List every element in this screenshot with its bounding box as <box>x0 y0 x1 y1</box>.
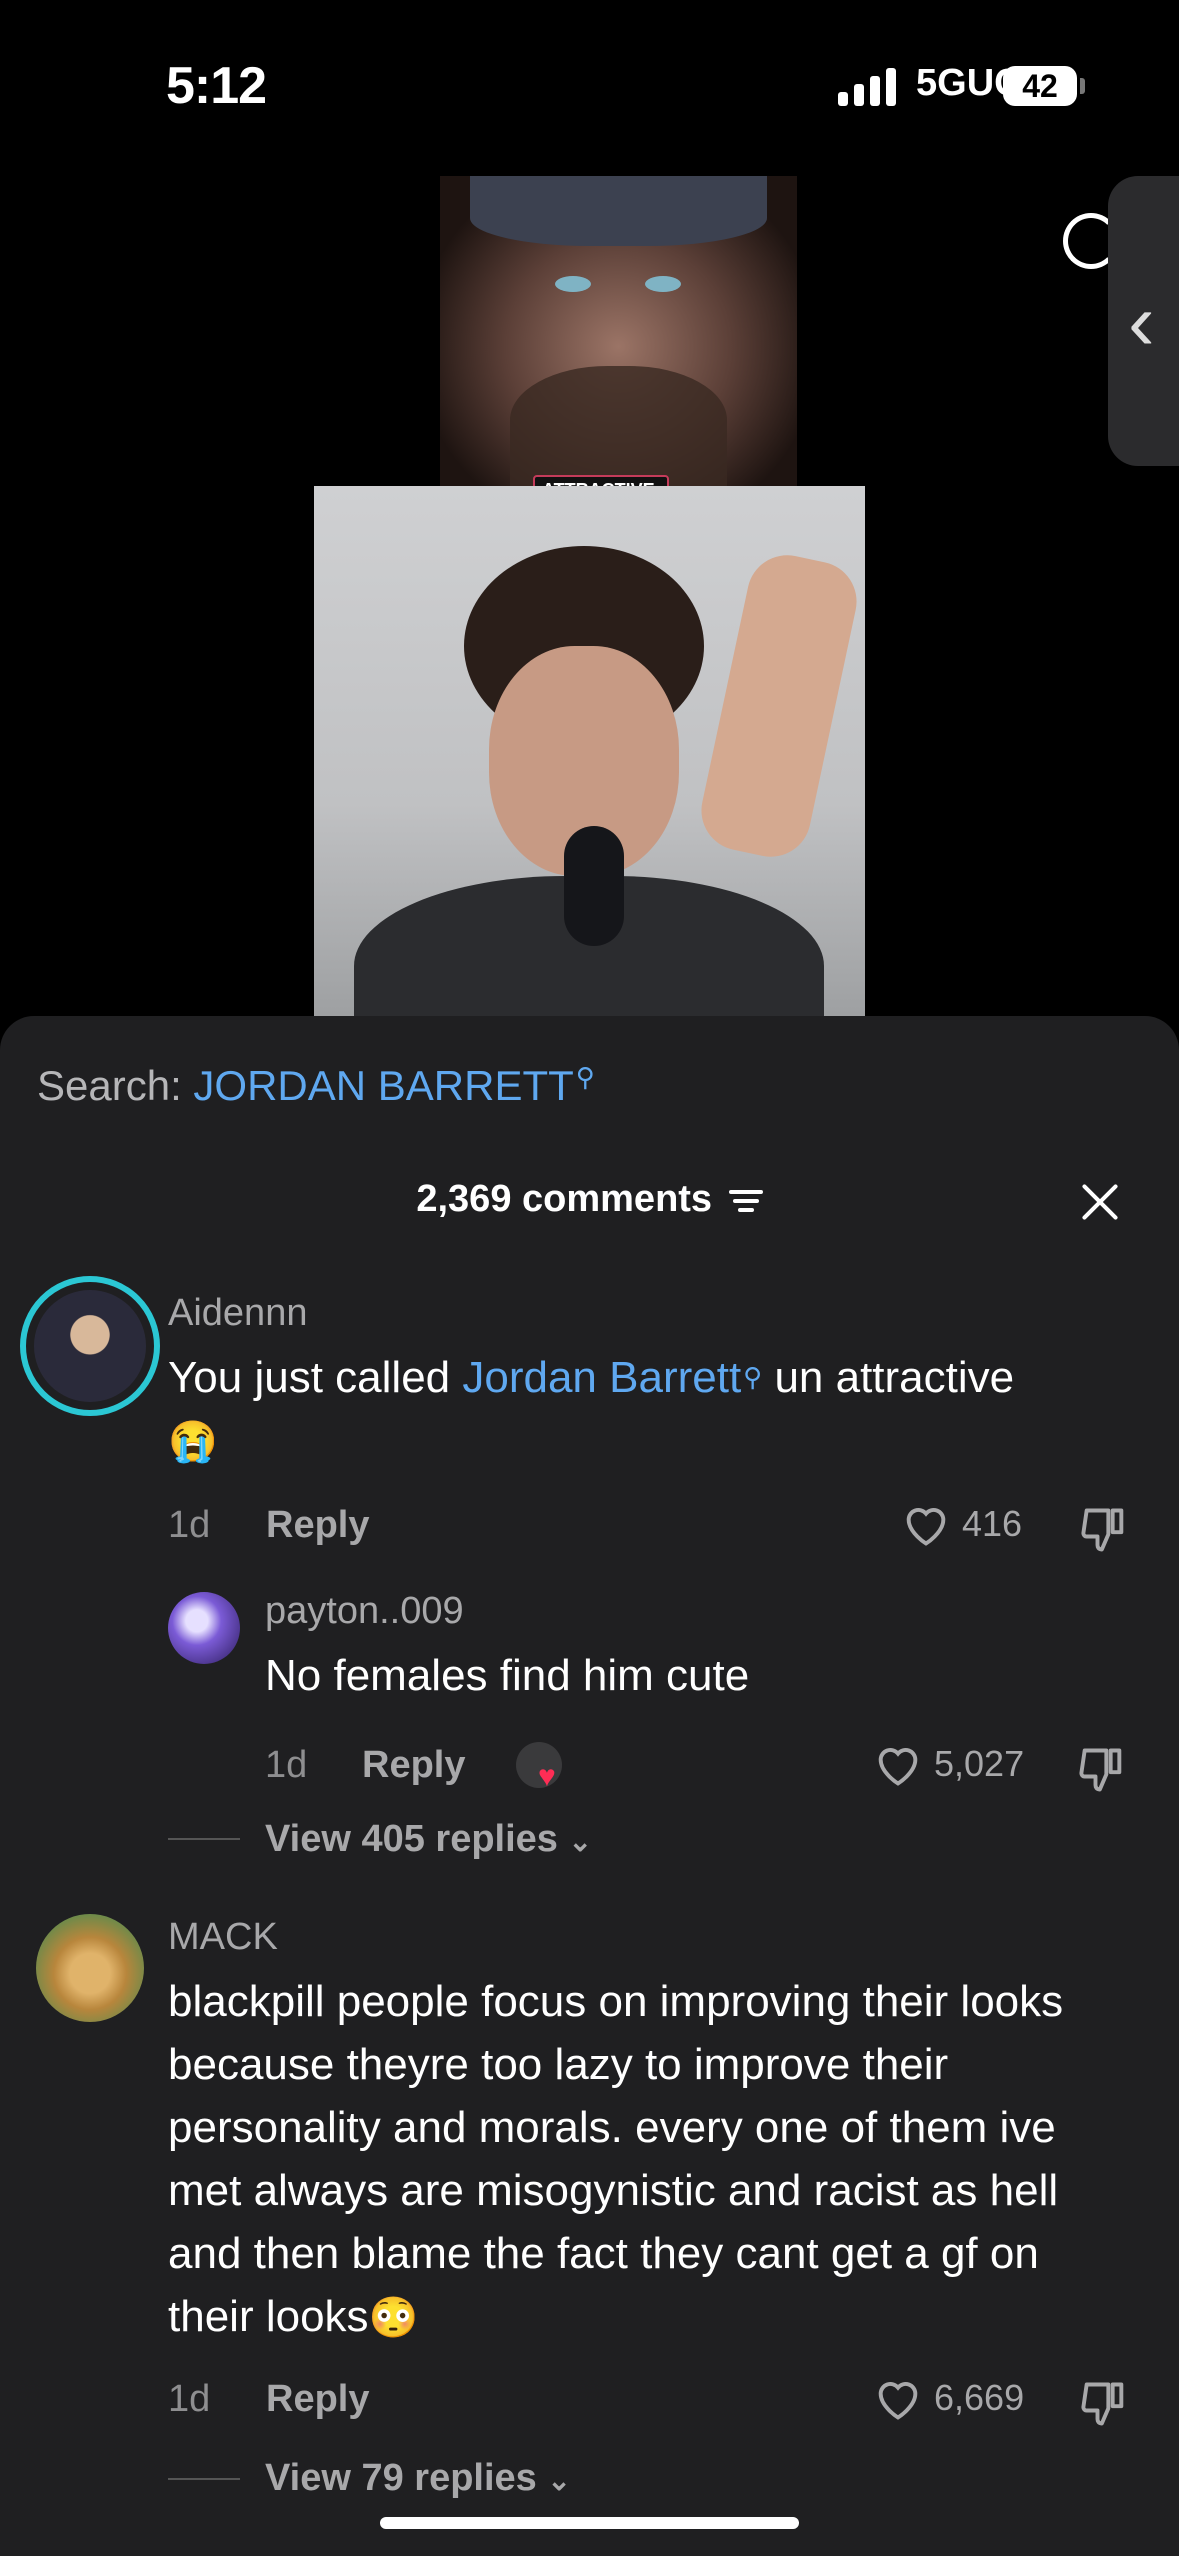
like-button[interactable]: 6,669 <box>872 2374 1024 2422</box>
comments-count: 2,369 comments <box>416 1178 713 1220</box>
home-indicator[interactable] <box>380 2517 799 2529</box>
comment-text: You just called Jordan Barrett⚲ un attra… <box>168 1346 1128 1474</box>
heart-icon <box>906 1508 946 1546</box>
battery-icon: 42 <box>1003 66 1077 106</box>
comment-text: No females find him cute <box>265 1651 750 1700</box>
video-player[interactable]: ATTRACTIVE. <box>0 170 1179 1030</box>
like-count: 6,669 <box>934 2377 1025 2418</box>
like-button[interactable]: 5,027 <box>872 1740 1024 1788</box>
search-icon: ⚲ <box>575 1062 595 1092</box>
close-icon[interactable] <box>1078 1180 1122 1224</box>
reply-button[interactable]: Reply <box>266 1504 369 1547</box>
heart-icon <box>878 1748 918 1786</box>
side-panel-tab[interactable]: ‹ <box>1108 176 1179 466</box>
search-term[interactable]: JORDAN BARRETT <box>193 1062 573 1109</box>
comment-username[interactable]: MACK <box>168 1916 278 1959</box>
battery-cap <box>1080 78 1085 94</box>
view-replies-button[interactable]: View 79 replies ⌄ <box>265 2457 571 2500</box>
comment-age: 1d <box>168 1504 211 1546</box>
comment-search-link[interactable]: Jordan Barrett <box>462 1353 741 1402</box>
status-bar: 5:12 5GUC 42 <box>0 0 1179 170</box>
signal-icon <box>838 66 898 106</box>
dislike-icon[interactable] <box>1078 2378 1130 2430</box>
heart-icon <box>878 2382 918 2420</box>
comment-age: 1d <box>168 2378 211 2420</box>
search-prefix: Search: <box>37 1062 182 1109</box>
avatar[interactable] <box>36 1914 144 2022</box>
comments-sheet: Search: JORDAN BARRETT⚲ 2,369 comments A… <box>0 1016 1179 2556</box>
dislike-icon[interactable] <box>1076 1744 1128 1796</box>
video-image-bottom <box>314 486 865 1016</box>
like-button[interactable]: 416 <box>900 1500 1022 1548</box>
like-count: 416 <box>962 1503 1023 1544</box>
comment-text: blackpill people focus on improving thei… <box>168 1977 1064 2341</box>
chevron-left-icon: ‹ <box>1128 277 1155 366</box>
crying-emoji: 😭 <box>168 1420 218 1464</box>
comments-header: 2,369 comments <box>0 1178 1179 1221</box>
heart-icon: ♥ <box>538 1760 556 1793</box>
reply-button[interactable]: Reply <box>266 2378 369 2421</box>
like-count: 5,027 <box>934 1743 1025 1784</box>
view-replies-button[interactable]: View 405 replies ⌄ <box>265 1818 592 1861</box>
search-suggestion[interactable]: Search: JORDAN BARRETT⚲ <box>37 1062 595 1110</box>
comment-username[interactable]: payton..009 <box>265 1590 464 1633</box>
avatar[interactable] <box>168 1592 240 1664</box>
divider <box>168 1838 240 1840</box>
creator-liked-badge: ♥ <box>516 1742 562 1793</box>
flushed-emoji: 😳 <box>368 2296 419 2340</box>
divider <box>168 2478 240 2480</box>
filter-icon[interactable] <box>728 1188 763 1214</box>
video-image-top <box>440 176 797 486</box>
dislike-icon[interactable] <box>1078 1504 1130 1556</box>
comment-age: 1d <box>265 1744 308 1786</box>
chevron-down-icon: ⌄ <box>568 1826 592 1857</box>
comment-username[interactable]: Aidennn <box>168 1292 307 1335</box>
avatar[interactable] <box>20 1276 160 1416</box>
chevron-down-icon: ⌄ <box>547 2465 571 2496</box>
search-icon: ⚲ <box>743 1362 763 1392</box>
status-time: 5:12 <box>166 57 267 115</box>
reply-button[interactable]: Reply <box>362 1744 465 1787</box>
